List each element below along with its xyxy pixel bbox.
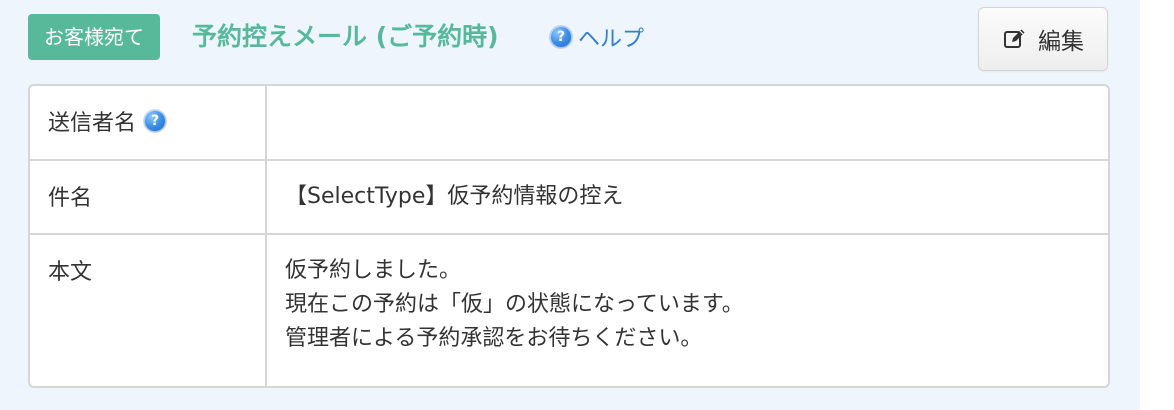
panel-header: お客様宛て 予約控えメール (ご予約時) ? ヘルプ 編集 [28, 7, 1110, 74]
subject-label-cell: 件名 [30, 160, 267, 235]
body-value-cell: 仮予約しました。 現在この予約は「仮」の状態になっています。 管理者による予約承… [266, 234, 1108, 386]
subject-label: 件名 [48, 186, 93, 211]
table-row: 件名 【SelectType】仮予約情報の控え [30, 160, 1108, 235]
table-row: 本文 仮予約しました。 現在この予約は「仮」の状態になっています。 管理者による… [30, 234, 1108, 386]
body-line: 仮予約しました。 [285, 258, 462, 283]
body-line: 現在この予約は「仮」の状態になっています。 [285, 292, 744, 317]
help-icon[interactable]: ? [144, 110, 167, 132]
sender-name-label: 送信者名 [48, 111, 137, 136]
email-settings-grid: 送信者名 ? 件名 【SelectType】仮予約情報の控え 本文 仮予約しまし… [30, 86, 1108, 386]
sender-name-label-cell: 送信者名 ? [30, 86, 267, 161]
sender-name-value-cell [266, 86, 1108, 161]
help-icon: ? [550, 26, 572, 48]
edit-button[interactable]: 編集 [978, 7, 1108, 71]
recipient-badge: お客様宛て [28, 14, 160, 60]
help-label: ヘルプ [578, 27, 645, 52]
edit-label: 編集 [1038, 28, 1084, 54]
edit-icon [1004, 29, 1025, 48]
subject-value: 【SelectType】仮予約情報の控え [285, 184, 624, 209]
sender-name-label-group: 送信者名 ? [48, 105, 247, 137]
body-label-cell: 本文 [30, 234, 267, 386]
body-line: 管理者による予約承認をお待ちください。 [285, 326, 703, 351]
subject-value-cell: 【SelectType】仮予約情報の控え [266, 160, 1108, 235]
table-row: 送信者名 ? [30, 86, 1108, 161]
body-label: 本文 [48, 260, 93, 285]
page-title: 予約控えメール (ご予約時) [192, 22, 499, 51]
help-link[interactable]: ? ヘルプ [550, 14, 644, 60]
email-settings-table: 送信者名 ? 件名 【SelectType】仮予約情報の控え 本文 仮予約しまし… [28, 84, 1110, 388]
email-template-panel: お客様宛て 予約控えメール (ご予約時) ? ヘルプ 編集 送信者名 ? 件名 … [0, 0, 1140, 410]
